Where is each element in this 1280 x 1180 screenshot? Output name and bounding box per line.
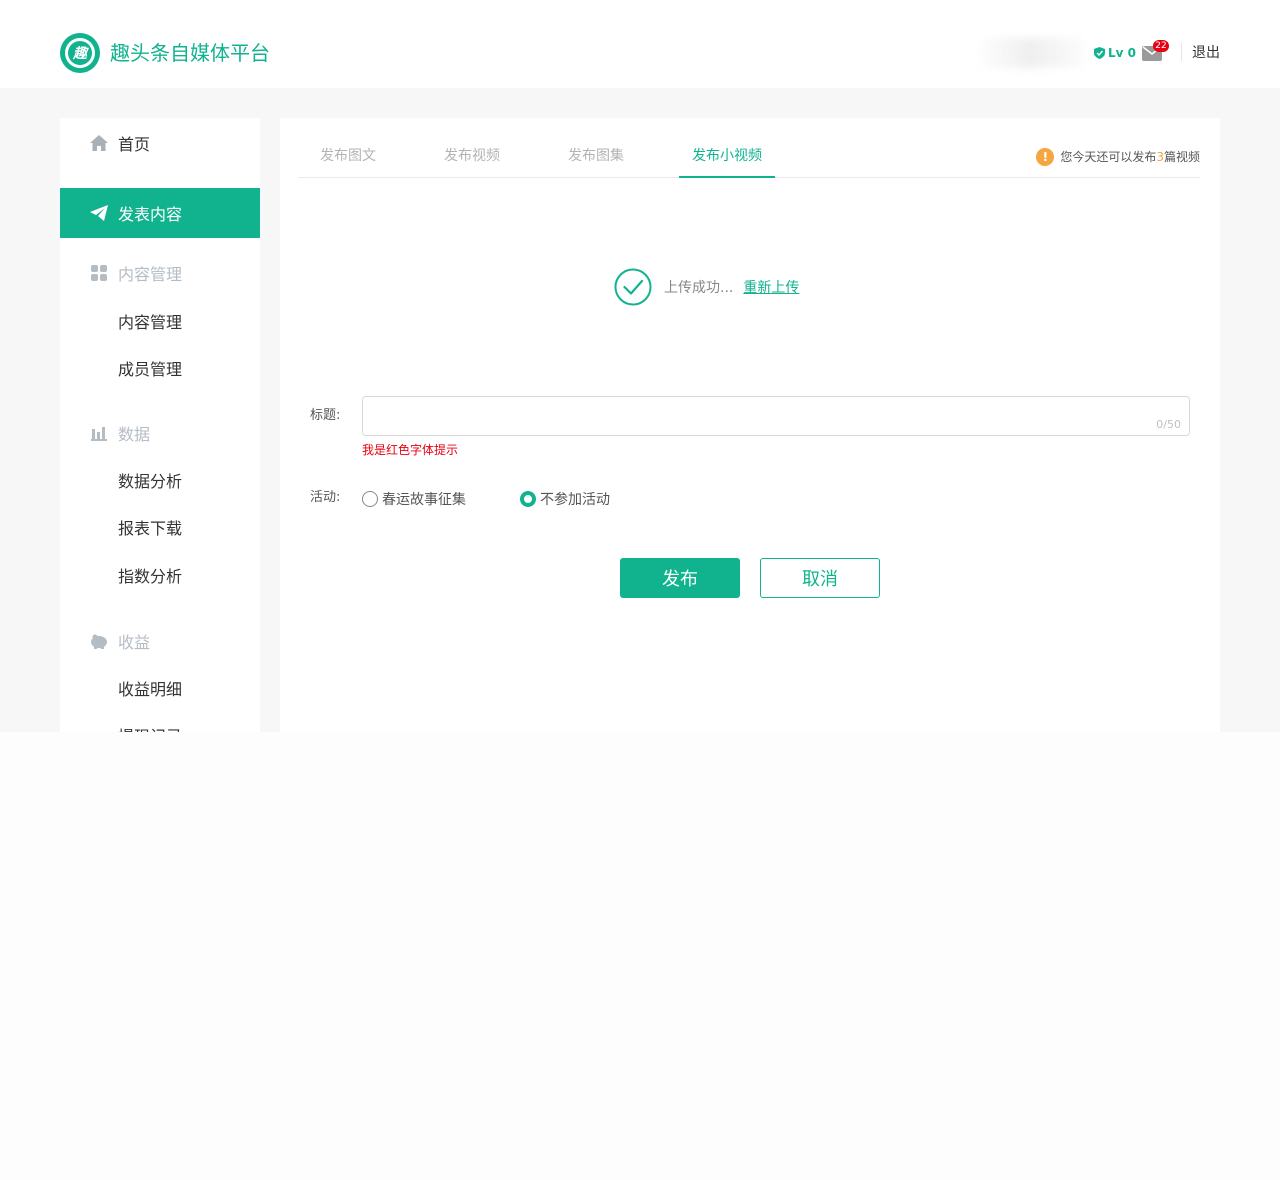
sidebar-item-member-manage[interactable]: 成员管理 [60, 343, 260, 393]
brand-logo[interactable]: 趣 [60, 33, 100, 73]
top-header: 趣 趣头条自媒体平台 Lv 0 22 退出 [0, 0, 1280, 88]
publish-tabs: 发布图文 发布视频 发布图集 发布小视频 ! 您今天还可以发布 3 篇视频 [298, 140, 1200, 178]
radio-label: 春运故事征集 [382, 492, 466, 508]
check-circle-icon [614, 268, 652, 306]
title-char-counter: 0/50 [1156, 418, 1181, 431]
sidebar-item-label: 内容管理 [118, 313, 183, 332]
tab-publish-article[interactable]: 发布图文 [320, 146, 376, 166]
radio-label: 不参加活动 [540, 492, 610, 508]
shield-icon [1094, 47, 1105, 59]
publish-button[interactable]: 发布 [620, 558, 740, 598]
sidebar-item-label: 指数分析 [118, 567, 183, 586]
sidebar-item-label: 报表下载 [118, 519, 183, 538]
bar-chart-icon [90, 424, 108, 442]
sidebar: 首页 发表内容 内容管理 内容管理 成员管理 数据 数据分析 报表下载 指数分析… [60, 118, 260, 732]
sidebar-item-withdraw-record[interactable]: 提现记录 [60, 710, 260, 732]
home-icon [90, 134, 108, 152]
sidebar-group-label: 数据 [118, 425, 151, 444]
sidebar-group-label: 收益 [118, 633, 151, 652]
title-field: 0/50 [362, 396, 1190, 436]
sidebar-item-label: 发表内容 [118, 205, 183, 224]
sidebar-item-label: 首页 [118, 135, 151, 154]
activity-option-no-activity[interactable]: 不参加活动 [520, 489, 610, 509]
tab-publish-short-video[interactable]: 发布小视频 [692, 146, 762, 166]
sidebar-item-home[interactable]: 首页 [60, 118, 260, 168]
sidebar-item-content-manage[interactable]: 内容管理 [60, 296, 260, 346]
upload-status: 上传成功... 重新上传 [614, 268, 799, 306]
sidebar-item-publish[interactable]: 发表内容 [60, 188, 260, 238]
radio-checked-icon [520, 491, 536, 507]
notice-prefix: 您今天还可以发布 [1060, 150, 1157, 164]
blurred-user-info [975, 38, 1085, 68]
reupload-link[interactable]: 重新上传 [743, 277, 799, 297]
paper-plane-icon [90, 204, 108, 222]
activity-option-spring-story[interactable]: 春运故事征集 [362, 489, 466, 509]
activity-label: 活动: [310, 490, 341, 505]
sidebar-item-label: 提现记录 [118, 723, 182, 732]
notice-suffix: 篇视频 [1163, 150, 1200, 164]
title-label: 标题: [310, 408, 341, 423]
sidebar-item-label: 收益明细 [118, 680, 183, 699]
sidebar-item-label: 成员管理 [118, 360, 183, 379]
radio-unchecked-icon [362, 491, 378, 507]
sidebar-group-label: 内容管理 [118, 265, 183, 284]
sidebar-item-index-analysis[interactable]: 指数分析 [60, 550, 260, 600]
notice-count: 3 [1156, 150, 1164, 164]
main-panel: 发布图文 发布视频 发布图集 发布小视频 ! 您今天还可以发布 3 篇视频 上传成功… [280, 118, 1220, 732]
piggy-bank-icon [90, 632, 108, 650]
tab-publish-video[interactable]: 发布视频 [444, 146, 500, 166]
header-divider [1181, 43, 1182, 61]
level-text: Lv 0 [1108, 46, 1136, 60]
publish-quota-notice: ! 您今天还可以发布 3 篇视频 [1036, 148, 1200, 166]
logo-glyph: 趣 [68, 41, 92, 65]
sidebar-group-income: 收益 [60, 616, 260, 666]
sidebar-group-content: 内容管理 [60, 248, 260, 298]
active-tab-indicator [679, 176, 775, 178]
title-input[interactable] [363, 397, 1189, 435]
user-level[interactable]: Lv 0 [1094, 45, 1136, 61]
upload-status-text: 上传成功... [664, 280, 734, 296]
sidebar-item-data-analysis[interactable]: 数据分析 [60, 455, 260, 505]
logout-link[interactable]: 退出 [1192, 44, 1220, 62]
brand-name[interactable]: 趣头条自媒体平台 [110, 40, 270, 66]
grid-icon [90, 264, 108, 282]
mail-badge: 22 [1153, 40, 1169, 52]
sidebar-item-label: 数据分析 [118, 472, 183, 491]
sidebar-item-income-detail[interactable]: 收益明细 [60, 663, 260, 713]
sidebar-group-data: 数据 [60, 408, 260, 458]
warning-icon: ! [1036, 148, 1055, 166]
tab-publish-gallery[interactable]: 发布图集 [568, 146, 624, 166]
sidebar-item-report-download[interactable]: 报表下载 [60, 502, 260, 552]
title-error-tip: 我是红色字体提示 [362, 443, 459, 457]
cancel-button[interactable]: 取消 [760, 558, 880, 598]
